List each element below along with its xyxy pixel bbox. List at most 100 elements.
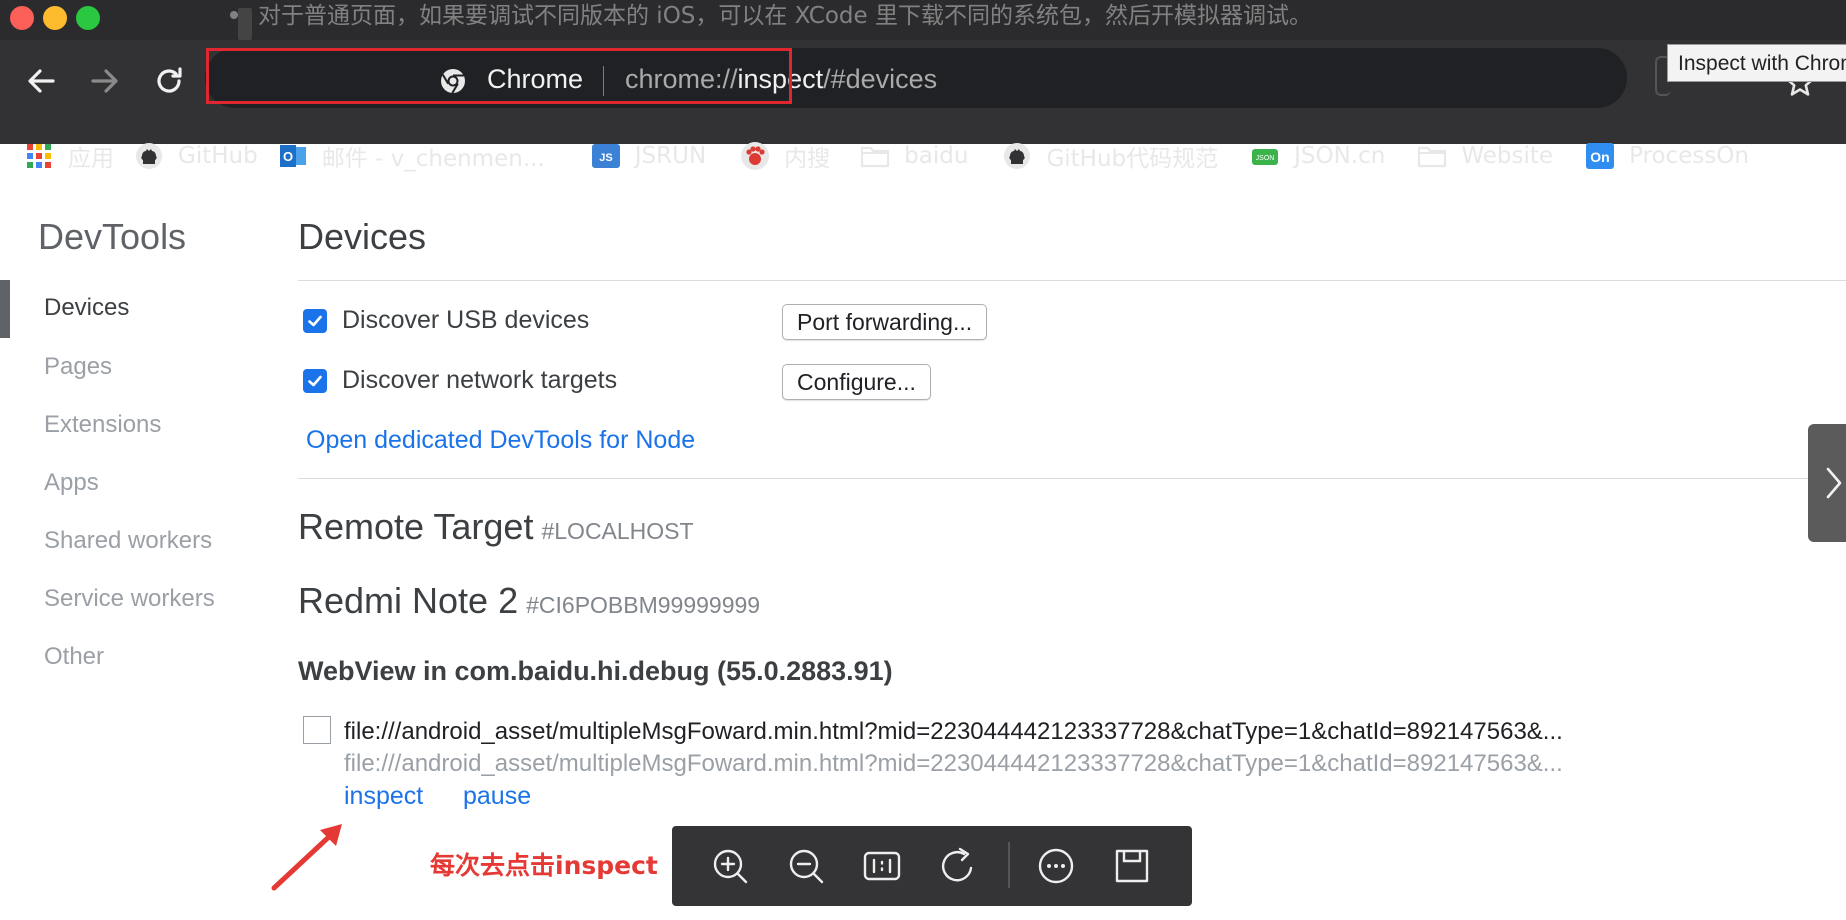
json-icon: JSON: [1250, 141, 1280, 171]
remote-target-sub: #LOCALHOST: [541, 518, 694, 544]
forward-button[interactable]: [82, 58, 128, 104]
bookmark-processon[interactable]: On ProcessOn: [1579, 134, 1755, 178]
discover-network-label: Discover network targets: [342, 366, 618, 394]
remote-target-heading: Remote Target #LOCALHOST: [298, 506, 694, 548]
zoom-window-button[interactable]: [76, 6, 100, 30]
zoom-in-icon: [713, 849, 748, 884]
zoom-out-icon: [789, 849, 824, 884]
chevron-right-icon: [1826, 467, 1842, 499]
github-icon: [1002, 141, 1032, 171]
bookmark-jsrun[interactable]: JS JSRUN: [585, 134, 712, 178]
back-arrow-icon: [28, 69, 55, 93]
baidu-paw-icon: [740, 141, 770, 171]
node-devtools-link[interactable]: Open dedicated DevTools for Node: [306, 426, 695, 455]
reload-icon: [157, 67, 182, 93]
configure-button[interactable]: Configure...: [782, 364, 931, 400]
zoom-in-button[interactable]: [710, 846, 750, 886]
bookmark-label: GitHub: [178, 143, 258, 169]
side-panel-handle[interactable]: [1808, 424, 1846, 542]
browser-toolbar: Chrome chrome://inspect/#devices Inspect…: [0, 40, 1846, 172]
sidebar-item-apps[interactable]: Apps: [44, 469, 99, 497]
webview-title: WebView in com.baidu.hi.debug (55.0.2883…: [298, 656, 893, 686]
bookmark-apps[interactable]: 应用: [18, 134, 120, 178]
close-window-button[interactable]: [10, 6, 34, 30]
divider: [298, 280, 1846, 281]
folder-icon: [1417, 141, 1447, 171]
bookmark-label: 邮件 - v_chenmen...: [321, 146, 545, 172]
target-title: file:///android_asset/multipleMsgFoward.…: [344, 718, 1563, 745]
bookmark-label: baidu: [904, 143, 969, 169]
url-highlight-box: [206, 48, 792, 104]
svg-text:O: O: [283, 149, 293, 164]
remote-target-title: Remote Target: [298, 506, 534, 547]
bookmark-label: Website: [1461, 143, 1554, 169]
annotation-text: 每次去点击inspect: [430, 851, 658, 880]
page-title: Devices: [298, 216, 427, 257]
more-button[interactable]: [1036, 846, 1076, 886]
inspect-link[interactable]: inspect: [344, 782, 423, 811]
bookmark-label: JSRUN: [634, 143, 707, 169]
jsrun-icon: JS: [591, 141, 621, 171]
rotate-button[interactable]: [938, 846, 978, 886]
back-button[interactable]: [18, 58, 64, 104]
apps-grid-icon: [24, 141, 54, 171]
sidebar-item-shared-workers[interactable]: Shared workers: [44, 527, 212, 555]
svg-text:JSON: JSON: [1256, 155, 1275, 162]
bookmark-json[interactable]: JSON JSON.cn: [1244, 134, 1391, 178]
actual-size-button[interactable]: [862, 846, 902, 886]
device-serial: #CI6POBBM99999999: [526, 592, 761, 618]
bookmark-folder-baidu[interactable]: baidu: [854, 134, 974, 178]
divider: [298, 478, 1846, 479]
more-icon: [1038, 848, 1074, 884]
rotate-icon: [941, 847, 973, 882]
toolbar-divider: [1008, 842, 1010, 888]
sidebar-item-other[interactable]: Other: [44, 643, 104, 671]
bookmark-mail[interactable]: O 邮件 - v_chenmen...: [272, 134, 551, 178]
minimize-window-button[interactable]: [43, 6, 67, 30]
bookmark-label: JSON.cn: [1294, 143, 1386, 169]
github-icon: [134, 141, 164, 171]
discover-network-checkbox[interactable]: [303, 369, 327, 393]
bookmark-label: GitHub代码规范: [1046, 146, 1219, 172]
window-titlebar: 对于普通页面，如果要调试不同版本的 iOS，可以在 XCode 里下载不同的系统…: [0, 0, 1846, 40]
bookmark-label: 内搜: [784, 146, 831, 172]
bookmark-label: 应用: [68, 146, 114, 172]
sidebar-item-extensions[interactable]: Extensions: [44, 411, 161, 439]
bookmark-github-guide[interactable]: GitHub代码规范: [996, 134, 1224, 178]
forward-arrow-icon: [91, 69, 118, 93]
sidebar-item-service-workers[interactable]: Service workers: [44, 585, 215, 613]
checkmark-icon: [308, 375, 322, 387]
discover-usb-label: Discover USB devices: [342, 306, 590, 334]
bookmark-label: ProcessOn: [1629, 143, 1749, 169]
url-path: /#devices: [823, 64, 938, 94]
background-bullet-text: 对于普通页面，如果要调试不同版本的 iOS，可以在 XCode 里下载不同的系统…: [258, 3, 1312, 29]
sidebar-active-indicator: [0, 280, 10, 338]
annotation-arrow-icon: [271, 824, 342, 891]
sidebar-item-devices[interactable]: Devices: [44, 294, 129, 322]
target-url: file:///android_asset/multipleMsgFoward.…: [344, 750, 1563, 777]
device-heading: Redmi Note 2 #CI6POBBM99999999: [298, 580, 760, 622]
device-title: Redmi Note 2: [298, 580, 519, 621]
folder-icon: [860, 141, 890, 171]
svg-text:JS: JS: [599, 152, 612, 164]
save-icon: [1115, 849, 1149, 883]
background-document-text: 对于普通页面，如果要调试不同版本的 iOS，可以在 XCode 里下载不同的系统…: [230, 0, 1312, 36]
outlook-icon: O: [278, 141, 308, 171]
pause-link[interactable]: pause: [463, 782, 531, 811]
bookmark-neisou[interactable]: 内搜: [734, 134, 836, 178]
bullet-icon: [230, 10, 238, 19]
bookmark-github[interactable]: GitHub: [128, 134, 264, 178]
save-button[interactable]: [1112, 846, 1152, 886]
actual-size-icon: [863, 851, 901, 881]
reload-button[interactable]: [146, 58, 192, 104]
port-forwarding-button[interactable]: Port forwarding...: [782, 304, 988, 340]
image-viewer-toolbar: [672, 826, 1192, 906]
inspect-tooltip: Inspect with Chrome Developer Tools: [1667, 44, 1846, 82]
discover-usb-checkbox[interactable]: [303, 309, 327, 333]
checkmark-icon: [308, 315, 322, 327]
bookmark-folder-website[interactable]: Website: [1411, 134, 1559, 178]
svg-text:On: On: [1590, 149, 1609, 165]
processon-icon: On: [1585, 141, 1615, 171]
sidebar-item-pages[interactable]: Pages: [44, 353, 112, 381]
zoom-out-button[interactable]: [786, 846, 826, 886]
